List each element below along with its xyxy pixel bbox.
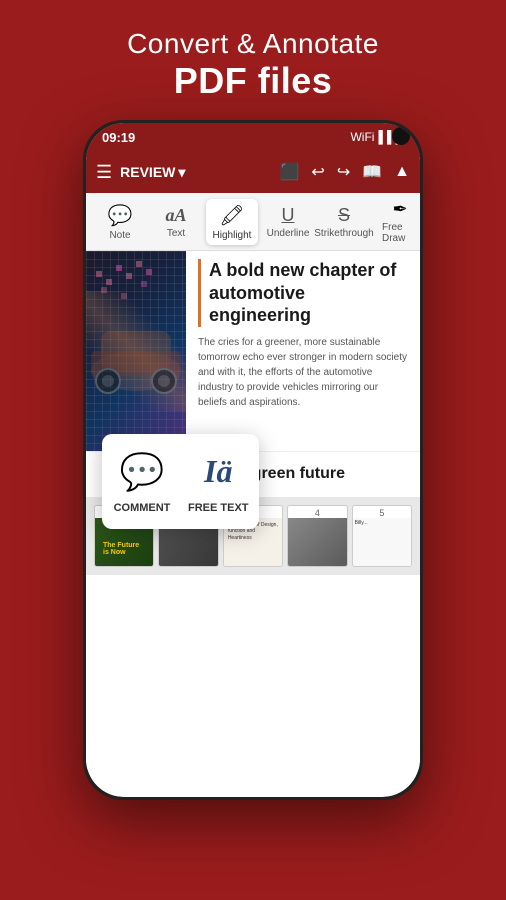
wifi-icon: WiFi bbox=[350, 130, 374, 144]
thumb-5[interactable]: 5 Billy... bbox=[352, 505, 412, 567]
status-bar: 09:19 WiFi ▌▌▌ bbox=[86, 123, 420, 151]
main-toolbar: ☰ REVIEW ▾ ⬛ ↩ ↪ 📖 ▲ bbox=[86, 151, 420, 193]
pdf-body-1: The cries for a greener, more sustainabl… bbox=[198, 335, 408, 410]
underline-icon: U bbox=[282, 205, 295, 226]
menu-icon[interactable]: ☰ bbox=[96, 162, 112, 183]
app-header: Convert & Annotate PDF files bbox=[0, 0, 506, 120]
strikethrough-icon: S bbox=[338, 205, 350, 226]
header-title: PDF files bbox=[20, 60, 486, 102]
highlight-tool[interactable]: 🖍 Highlight bbox=[206, 199, 258, 245]
pdf-car-image bbox=[86, 251, 186, 451]
status-time: 09:19 bbox=[102, 130, 135, 145]
thumb-4[interactable]: 4 bbox=[287, 505, 347, 567]
text-icon: aA bbox=[165, 205, 186, 226]
comment-icon-wrap: 💬 bbox=[118, 448, 166, 496]
undo-icon[interactable]: ↩ bbox=[311, 162, 324, 182]
underline-tool[interactable]: U Underline bbox=[262, 201, 314, 243]
redo-icon[interactable]: ↪ bbox=[337, 162, 350, 182]
pdf-heading-1: A bold new chapter of automotive enginee… bbox=[198, 259, 408, 327]
freetext-icon: Iä bbox=[204, 453, 232, 490]
freetext-icon-wrap: Iä bbox=[194, 448, 242, 496]
highlight-label: Highlight bbox=[213, 230, 252, 241]
freedraw-icon: ✒ bbox=[392, 199, 407, 220]
text-tool[interactable]: aA Text bbox=[150, 201, 202, 243]
freetext-popup-label: FREE TEXT bbox=[188, 502, 249, 515]
note-label: Note bbox=[109, 230, 130, 241]
thumb1-label: The Futureis Now bbox=[99, 538, 143, 560]
freedraw-tool[interactable]: ✒ Free Draw bbox=[374, 195, 420, 248]
comment-icon: 💬 bbox=[120, 451, 165, 493]
underline-label: Underline bbox=[267, 228, 310, 239]
toolbar-actions: ⬛ ↩ ↪ 📖 ▲ bbox=[280, 162, 411, 182]
header-subtitle: Convert & Annotate bbox=[20, 28, 486, 60]
pdf-text-area: A bold new chapter of automotive enginee… bbox=[186, 251, 420, 451]
phone-screen: 09:19 WiFi ▌▌▌ ☰ REVIEW ▾ ⬛ bbox=[86, 123, 420, 797]
highlight-icon: 🖍 bbox=[219, 203, 244, 228]
phone-device: 09:19 WiFi ▌▌▌ ☰ REVIEW ▾ ⬛ bbox=[83, 120, 423, 800]
note-tool[interactable]: 💬 Note bbox=[94, 199, 146, 245]
bookmark-icon[interactable]: ⬛ bbox=[280, 162, 300, 182]
dropdown-icon: ▾ bbox=[178, 164, 185, 181]
book-icon[interactable]: 📖 bbox=[362, 162, 382, 182]
freedraw-label: Free Draw bbox=[382, 222, 418, 244]
thumb5-label: Billy... bbox=[353, 518, 411, 528]
review-label: REVIEW bbox=[120, 164, 175, 180]
text-label: Text bbox=[167, 228, 185, 239]
strikethrough-tool[interactable]: S Strikethrough bbox=[318, 201, 370, 243]
comment-popup-label: COMMENT bbox=[114, 502, 171, 515]
annotation-popup: 💬 COMMENT Iä FREE TEXT bbox=[102, 434, 259, 529]
freetext-popup-item[interactable]: Iä FREE TEXT bbox=[188, 448, 249, 515]
thumb-num-5: 5 bbox=[379, 508, 384, 518]
pdf-first-section: A bold new chapter of automotive enginee… bbox=[86, 251, 420, 451]
annotation-toolbar: 💬 Note aA Text 🖍 Highlight U Underline bbox=[86, 193, 420, 251]
chevron-up-icon[interactable]: ▲ bbox=[394, 163, 410, 181]
phone-shell: 09:19 WiFi ▌▌▌ ☰ REVIEW ▾ ⬛ bbox=[83, 120, 423, 800]
toolbar-title[interactable]: REVIEW ▾ bbox=[120, 164, 185, 181]
camera-notch bbox=[392, 127, 410, 145]
note-icon: 💬 bbox=[108, 203, 133, 228]
comment-popup-item[interactable]: 💬 COMMENT bbox=[112, 448, 172, 515]
thumb-num-4: 4 bbox=[315, 508, 320, 518]
strikethrough-label: Strikethrough bbox=[314, 228, 373, 239]
